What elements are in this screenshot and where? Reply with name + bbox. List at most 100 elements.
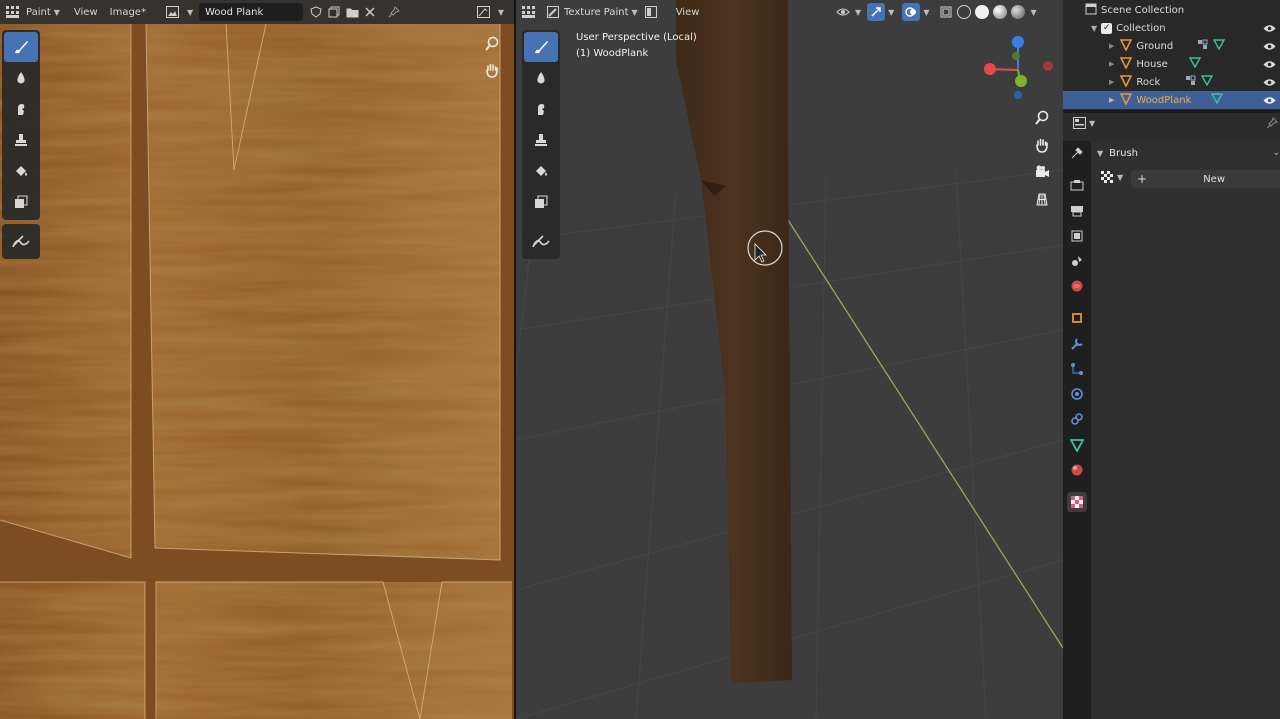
data-tab-icon[interactable] [1067,435,1087,455]
scene-collection-row[interactable]: Scene Collection [1063,1,1280,19]
outliner-item-woodplank[interactable]: ▶ WoodPlank [1063,91,1280,109]
outliner-item-house[interactable]: ▶ House [1063,55,1280,73]
object-mesh-icon [1120,38,1133,54]
modifier-tab-icon[interactable] [1067,334,1087,354]
wireframe-shading-icon[interactable] [957,5,972,19]
z-axis-icon[interactable] [1012,36,1024,48]
constraints-tab-icon[interactable] [1067,409,1087,429]
tool-tab-icon[interactable] [1067,143,1087,163]
3d-viewport[interactable]: Texture Paint ▼ View ▼ ▼ ▼ ▼ User Perspe… [516,0,1063,719]
editor-type-icon[interactable] [520,3,538,21]
properties-icon [1073,117,1086,129]
open-folder-icon[interactable] [343,3,361,21]
expand-arrow-icon[interactable]: ▶ [1109,96,1114,104]
uv-display-dropdown[interactable]: ▼ [473,2,508,22]
menu-view[interactable]: View [672,2,704,22]
outliner-item-rock[interactable]: ▶ Rock [1063,73,1280,91]
mask-tool[interactable] [4,187,38,217]
editor-type-icon[interactable] [4,3,22,21]
output-tab-icon[interactable] [1067,201,1087,221]
uv-view-icon [477,5,491,19]
solid-shading-icon[interactable] [975,5,990,19]
zoom-icon[interactable] [1030,106,1054,130]
draw-brush-tool[interactable] [524,32,558,62]
mesh-data-icon [1188,57,1202,71]
pin-icon[interactable] [1267,117,1278,132]
expand-arrow-icon[interactable]: ▶ [1109,78,1114,86]
smear-tool[interactable] [524,94,558,124]
eye-icon[interactable] [1262,58,1276,70]
expand-arrow-icon[interactable]: ▶ [1109,42,1114,50]
fill-tool[interactable] [524,156,558,186]
scene-tab-icon[interactable] [1067,251,1087,271]
pan-hand-icon[interactable] [1030,133,1054,157]
rendered-shading-icon[interactable] [1011,5,1026,19]
material-preview-shading-icon[interactable] [993,5,1008,19]
clone-tool[interactable] [524,125,558,155]
mode-dropdown[interactable]: Paint ▼ [22,2,64,22]
interaction-mode-dropdown[interactable]: Texture Paint ▼ [542,2,642,22]
neg-x-axis-icon[interactable] [1043,61,1053,71]
draw-brush-tool[interactable] [4,32,38,62]
texture-browse-dropdown[interactable]: ▼ [1101,171,1123,184]
image-canvas[interactable] [0,0,514,719]
soften-tool[interactable] [4,63,38,93]
collection-row[interactable]: ▼ ✓ Collection [1063,19,1280,37]
properties-editor-type[interactable]: ▼ [1073,117,1095,129]
navigation-gizmo[interactable] [978,30,1058,104]
y-axis-icon[interactable] [1015,75,1027,87]
paint-mask-toggle-icon[interactable] [642,3,660,21]
soften-tool[interactable] [524,63,558,93]
world-tab-icon[interactable] [1067,276,1087,296]
pin-icon[interactable] [385,3,403,21]
mesh-data-icon [1200,75,1214,89]
annotate-tool[interactable] [4,226,38,256]
annotate-tool[interactable] [524,226,558,256]
render-tab-icon[interactable] [1067,175,1087,195]
smear-tool[interactable] [4,94,38,124]
new-texture-button[interactable]: + New [1131,170,1280,188]
duplicate-image-icon[interactable] [325,3,343,21]
fill-tool[interactable] [4,156,38,186]
drop-icon [17,72,25,84]
eye-icon[interactable] [1262,76,1276,88]
mask-tool[interactable] [524,187,558,217]
menu-view[interactable]: View [70,2,102,22]
close-icon[interactable] [361,3,379,21]
material-tab-icon[interactable] [1067,460,1087,480]
checkbox-icon[interactable]: ✓ [1101,22,1113,34]
visibility-selectability-icon[interactable] [834,3,852,21]
neg-y-axis-icon[interactable] [1012,52,1020,60]
zoom-icon[interactable] [480,32,504,56]
image-name-field[interactable]: Wood Plank [199,3,304,21]
gizmo-toggle-icon[interactable] [867,3,886,21]
image-editor-area[interactable]: Paint ▼ View Image* ▼ Wood Plank ▼ [0,0,514,719]
x-axis-icon[interactable] [984,63,996,75]
image-browse-dropdown[interactable]: ▼ [162,2,197,22]
collapse-chevron-icon[interactable]: ⌄ [1272,148,1280,158]
particles-tab-icon[interactable] [1067,359,1087,379]
object-tab-icon[interactable] [1067,308,1087,328]
camera-view-icon[interactable] [1030,160,1054,184]
expand-arrow-icon[interactable]: ▶ [1109,60,1114,68]
eye-icon[interactable] [1262,94,1276,106]
overlays-toggle-icon[interactable] [902,3,921,21]
chevron-down-icon: ▼ [1117,173,1124,182]
expand-arrow-icon[interactable]: ▼ [1091,24,1097,33]
ortho-perspective-toggle-icon[interactable] [1030,187,1054,211]
eye-icon[interactable] [1262,40,1276,52]
eye-icon[interactable] [1262,22,1276,34]
physics-tab-icon[interactable] [1067,384,1087,404]
brush-panel-header[interactable]: ▼ Brush ⌄ [1097,143,1280,163]
view-layer-tab-icon[interactable] [1067,226,1087,246]
neg-z-axis-icon[interactable] [1014,91,1022,99]
clone-tool[interactable] [4,125,38,155]
outliner-item-ground[interactable]: ▶ Ground [1063,37,1280,55]
outliner[interactable]: Scene Collection ▼ ✓ Collection ▶ Ground… [1063,0,1280,112]
chevron-down-icon: ▼ [1030,7,1037,17]
menu-image[interactable]: Image* [106,2,150,22]
texture-tab-icon[interactable] [1067,492,1087,512]
fake-user-shield-icon[interactable] [307,3,325,21]
pan-hand-icon[interactable] [480,58,504,82]
xray-toggle-icon[interactable] [937,3,955,21]
